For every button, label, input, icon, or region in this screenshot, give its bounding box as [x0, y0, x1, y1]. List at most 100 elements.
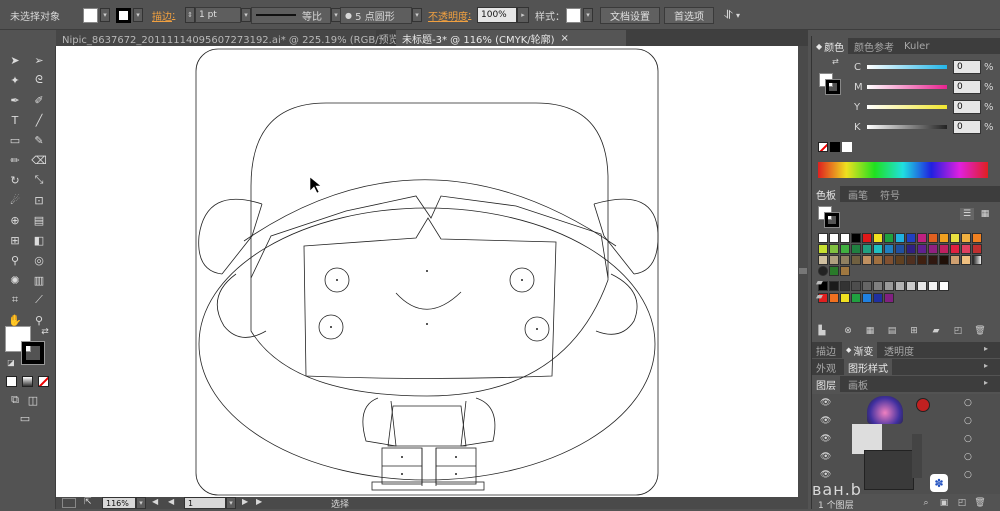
swatch[interactable] [939, 255, 949, 265]
opacity-field[interactable]: 100% [477, 7, 517, 23]
swatch[interactable] [884, 233, 894, 243]
new-sublayer-icon[interactable]: ◰ [956, 497, 968, 509]
slice-tool-icon[interactable]: ⟋ [30, 292, 48, 308]
preferences-button[interactable]: 首选项 [664, 6, 714, 24]
pencil-tool-icon[interactable]: ✏ [6, 152, 24, 168]
pen-tool-icon[interactable]: ✒ [6, 92, 24, 108]
swatch-options-icon[interactable]: ▦ [864, 325, 876, 337]
swatch[interactable] [818, 255, 828, 265]
channel-c-slider[interactable] [867, 65, 947, 69]
swatch[interactable] [906, 244, 916, 254]
screen-mode-icon[interactable]: ▭ [16, 410, 34, 426]
tab-artboards[interactable]: 画板 [844, 376, 872, 392]
swatch[interactable] [972, 255, 982, 265]
swatch[interactable] [917, 233, 927, 243]
swatch[interactable] [862, 293, 872, 303]
swatch[interactable] [840, 244, 850, 254]
eye-icon[interactable]: 👁 [820, 434, 831, 444]
target-icon[interactable]: ○ [964, 434, 972, 444]
channel-y-field[interactable]: 0 [953, 100, 981, 114]
fill-color-swatch[interactable]: ▾ [83, 0, 110, 30]
chevron-down-icon[interactable]: ▾ [100, 8, 110, 22]
target-icon[interactable]: ○ [964, 416, 972, 426]
color-group-icon[interactable]: ▤ [886, 325, 898, 337]
clipping-mask-icon[interactable]: ▣ [938, 497, 950, 509]
selection-tool-icon[interactable]: ➤ [6, 52, 24, 68]
tab-color-guide[interactable]: 颜色参考 [850, 38, 898, 54]
swatch-none[interactable] [818, 233, 828, 243]
scale-tool-icon[interactable]: ⤡ [30, 172, 48, 188]
column-graph-tool-icon[interactable]: ▥ [30, 272, 48, 288]
draw-mode-icon[interactable]: ⧉ [6, 392, 24, 408]
symbol-sprayer-tool-icon[interactable]: ✺ [6, 272, 24, 288]
swatch[interactable] [873, 255, 883, 265]
channel-m-slider[interactable] [867, 85, 947, 89]
brush-select[interactable]: ● 5 点圆形 ▾ [340, 0, 422, 30]
prev-page-icon[interactable]: ◀ [168, 497, 174, 506]
gradient-tool-icon[interactable]: ◧ [30, 232, 48, 248]
swatch[interactable] [829, 281, 839, 291]
swatch[interactable] [950, 244, 960, 254]
expand-icon[interactable]: ▸ [984, 378, 988, 387]
share-icon[interactable]: ⇱ [84, 497, 92, 507]
chevron-down-icon[interactable]: ▾ [241, 8, 251, 22]
direct-selection-tool-icon[interactable]: ➢ [30, 52, 48, 68]
none-mode-icon[interactable] [38, 376, 49, 387]
show-kinds-icon[interactable]: ⊗ [842, 325, 854, 337]
target-icon[interactable]: ○ [964, 398, 972, 408]
draw-inside-icon[interactable]: ◫ [24, 392, 42, 408]
opacity-input-group[interactable]: 100% ▸ [477, 0, 529, 30]
stroke-weight-stepper[interactable]: ⇕ 1 pt ▾ [185, 0, 251, 30]
channel-k-field[interactable]: 0 [953, 120, 981, 134]
swatch[interactable] [895, 244, 905, 254]
tab-stroke[interactable]: 描边 [812, 342, 840, 358]
lasso-tool-icon[interactable]: ᘓ [30, 72, 48, 88]
swatch[interactable] [917, 244, 927, 254]
stepper-icon[interactable]: ⇕ [185, 7, 195, 23]
close-icon[interactable]: × [561, 33, 569, 44]
last-page-icon[interactable]: ▶ [256, 497, 262, 506]
shape-builder-tool-icon[interactable]: ⊕ [6, 212, 24, 228]
swatch[interactable] [906, 281, 916, 291]
swatch[interactable] [840, 255, 850, 265]
swatch[interactable] [950, 233, 960, 243]
edit-group-icon[interactable]: ⊞ [908, 325, 920, 337]
swap-fill-stroke-icon[interactable]: ⇄ [36, 324, 54, 340]
swatch[interactable] [818, 266, 828, 276]
document-setup-button[interactable]: 文档设置 [600, 6, 660, 24]
tab-symbols[interactable]: 符号 [876, 186, 904, 202]
swatch[interactable] [884, 281, 894, 291]
swatch[interactable] [840, 281, 850, 291]
white-color-chip[interactable] [842, 142, 852, 152]
artboard-canvas[interactable] [56, 46, 798, 497]
delete-icon[interactable]: 🗑 [974, 325, 986, 337]
channel-m-field[interactable]: 0 [953, 80, 981, 94]
layer-scrollbar[interactable] [912, 434, 922, 478]
tab-layers[interactable]: 图层 [812, 376, 840, 392]
gradient-mode-icon[interactable] [22, 376, 33, 387]
blend-tool-icon[interactable]: ◎ [30, 252, 48, 268]
chevron-right-icon[interactable]: ▸ [517, 7, 529, 23]
tab-swatches[interactable]: 色板 [812, 186, 840, 202]
mesh-tool-icon[interactable]: ⊞ [6, 232, 24, 248]
swatch[interactable] [917, 255, 927, 265]
channel-y-slider[interactable] [867, 105, 947, 109]
swatch[interactable] [851, 244, 861, 254]
swatch-registration[interactable] [829, 233, 839, 243]
expand-icon[interactable]: ▸ [984, 344, 988, 353]
swatch[interactable] [939, 244, 949, 254]
tab-graphic-styles[interactable]: 图形样式 [844, 359, 892, 375]
eye-icon[interactable]: 👁 [820, 398, 831, 408]
list-view-icon[interactable]: ☰ [960, 208, 974, 220]
swatch[interactable] [928, 233, 938, 243]
default-fill-stroke-icon[interactable]: ◪ [2, 354, 20, 370]
new-swatch-icon[interactable]: ◰ [952, 325, 964, 337]
swatch[interactable] [840, 293, 850, 303]
swatch[interactable] [895, 233, 905, 243]
swatch[interactable] [950, 255, 960, 265]
first-page-icon[interactable]: ◀ [152, 497, 158, 506]
swatch[interactable] [862, 281, 872, 291]
swatch[interactable] [873, 233, 883, 243]
chevron-down-icon[interactable]: ▾ [136, 497, 146, 509]
rectangle-tool-icon[interactable]: ▭ [6, 132, 24, 148]
